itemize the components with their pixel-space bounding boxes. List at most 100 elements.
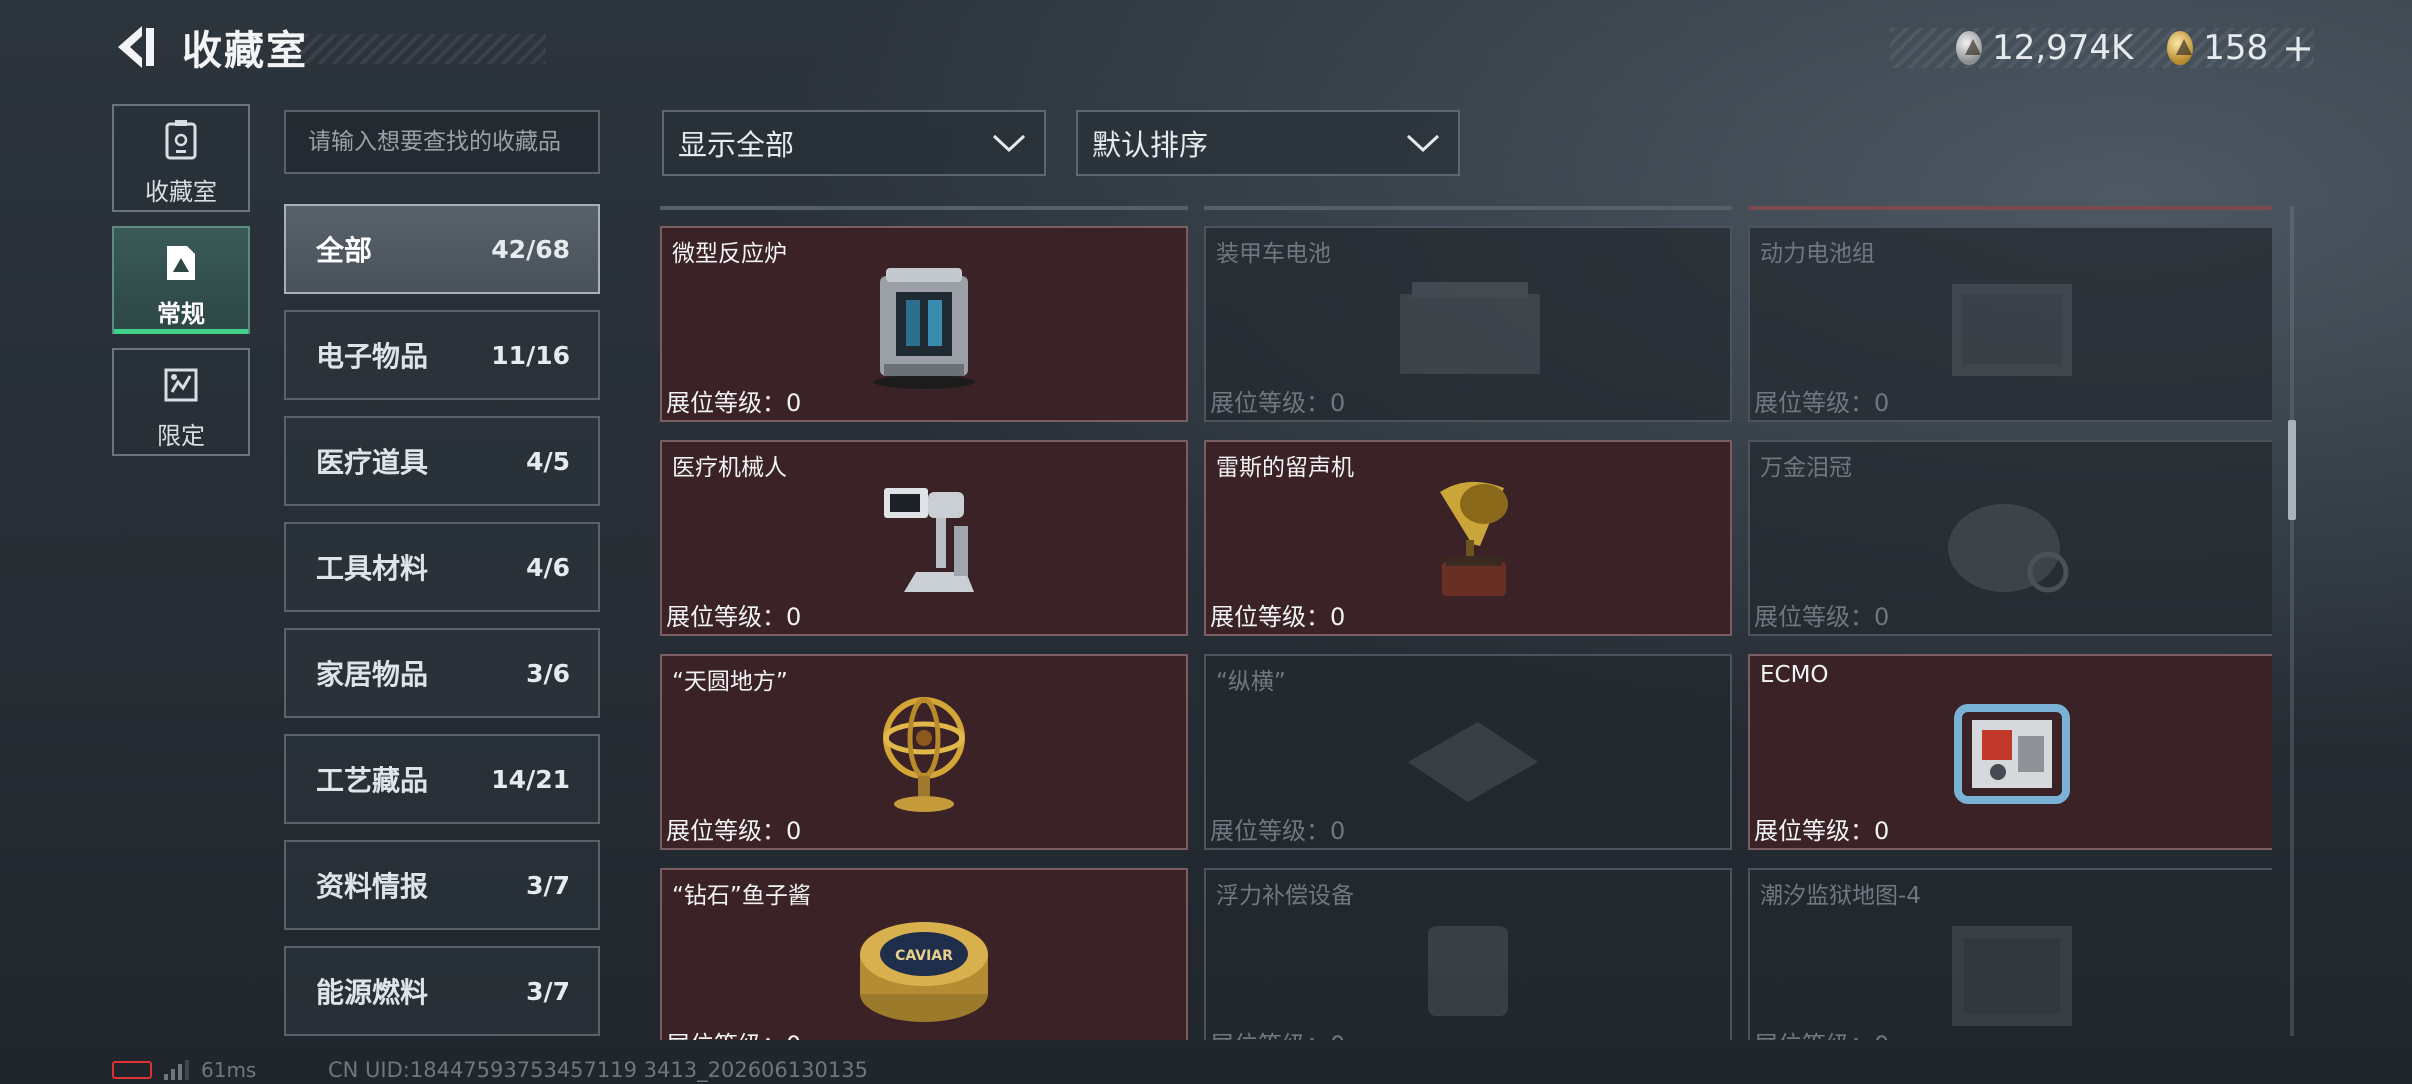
item-name: 微型反应炉 <box>672 241 787 267</box>
silver-coin-icon <box>1956 31 1983 65</box>
item-level: 展位等级：0 <box>1754 389 1890 417</box>
category-energy[interactable]: 能源燃料 3/7 <box>284 946 600 1036</box>
add-currency-button[interactable]: + <box>2282 26 2314 70</box>
grid-row-edge <box>1748 206 2272 210</box>
category-all[interactable]: 全部 42/68 <box>284 204 600 294</box>
armored-battery-icon <box>1400 282 1540 374</box>
display-filter-dropdown[interactable]: 显示全部 <box>662 110 1046 176</box>
back-arrow-icon[interactable] <box>112 22 158 72</box>
gold-amount: 158 <box>2203 28 2269 68</box>
prison-map-icon <box>1952 926 2072 1026</box>
chevron-down-icon <box>992 134 1026 153</box>
item-card[interactable]: 浮力补偿设备 展位等级：0 <box>1204 868 1732 1040</box>
sort-dropdown[interactable]: 默认排序 <box>1076 110 1460 176</box>
item-level: 展位等级：0 <box>666 817 802 845</box>
item-card[interactable]: 医疗机械人 展位等级：0 <box>660 440 1188 636</box>
item-name: ECMO <box>1760 662 1829 688</box>
rail-label: 常规 <box>157 300 205 328</box>
caviar-tin-icon: CAVIAR <box>860 922 988 1022</box>
power-battery-pack-icon <box>1952 284 2072 376</box>
category-name: 医疗道具 <box>316 446 429 479</box>
category-electronics[interactable]: 电子物品 11/16 <box>284 310 600 400</box>
item-name: 潮汐监狱地图-4 <box>1760 883 1921 909</box>
item-name: “纵横” <box>1216 669 1286 695</box>
category-name: 全部 <box>316 234 373 267</box>
caviar-label: CAVIAR <box>895 948 953 964</box>
gold-coin-icon <box>2167 31 2194 65</box>
sort-value: 默认排序 <box>1092 128 1209 162</box>
tear-crown-icon <box>1948 504 2069 593</box>
item-card[interactable]: 雷斯的留声机 展位等级：0 <box>1204 440 1732 636</box>
rail-label: 限定 <box>157 422 205 450</box>
signal-icon <box>164 1060 189 1080</box>
rail-regular[interactable]: 常规 <box>112 226 250 334</box>
category-count: 4/6 <box>526 552 570 582</box>
category-count: 42/68 <box>491 234 570 264</box>
collection-room-icon <box>165 120 197 160</box>
item-level: 展位等级：0 <box>1754 817 1890 845</box>
category-name: 资料情报 <box>316 870 429 903</box>
category-intel[interactable]: 资料情报 3/7 <box>284 840 600 930</box>
board-game-icon <box>1408 722 1538 802</box>
item-level: 展位等级：0 <box>666 389 802 417</box>
grid-scrollbar-thumb[interactable] <box>2288 420 2296 520</box>
category-count: 3/7 <box>526 870 570 900</box>
chevron-down-icon <box>1406 134 1440 153</box>
grid-scrollbar-track[interactable] <box>2290 206 2294 1036</box>
category-tools[interactable]: 工具材料 4/6 <box>284 522 600 612</box>
armillary-sphere-icon <box>883 697 965 812</box>
status-bar: 61ms <box>112 1058 256 1082</box>
category-crafts[interactable]: 工艺藏品 14/21 <box>284 734 600 824</box>
item-level: 展位等级：0 <box>1210 1025 1345 1040</box>
ecmo-machine-icon <box>1954 704 2070 804</box>
rail-limited[interactable]: 限定 <box>112 348 250 456</box>
regular-icon <box>167 246 195 280</box>
user-uid: CN UID:18447593753457119 3413_2026061301… <box>328 1058 868 1082</box>
item-name: “钻石”鱼子酱 <box>672 883 811 909</box>
category-name: 工具材料 <box>316 552 429 585</box>
item-name: 雷斯的留声机 <box>1216 455 1354 481</box>
item-name: 万金泪冠 <box>1760 455 1852 481</box>
item-card[interactable]: “纵横” 展位等级：0 <box>1204 654 1732 850</box>
item-level: 展位等级：0 <box>1210 389 1346 417</box>
display-filter-value: 显示全部 <box>678 128 795 162</box>
category-name: 工艺藏品 <box>316 764 429 797</box>
currency-bar: 12,974K 158 + <box>1890 26 2314 70</box>
item-name: 装甲车电池 <box>1216 241 1331 267</box>
item-card[interactable]: 万金泪冠 展位等级：0 <box>1748 440 2272 636</box>
buoyancy-device-icon <box>1428 926 1508 1016</box>
item-card[interactable]: 动力电池组 展位等级：0 <box>1748 226 2272 422</box>
item-level: 展位等级：0 <box>1210 817 1346 845</box>
item-level: 展位等级：0 <box>666 1025 801 1040</box>
item-card[interactable]: “钻石”鱼子酱 CAVIAR 展位等级：0 <box>660 868 1188 1040</box>
grid-row-edge <box>1204 206 1732 210</box>
item-level: 展位等级：0 <box>1210 603 1346 631</box>
battery-icon <box>112 1061 152 1079</box>
item-name: 动力电池组 <box>1760 241 1875 267</box>
title-decoration <box>290 34 546 64</box>
item-card[interactable]: 装甲车电池 展位等级：0 <box>1204 226 1732 422</box>
category-count: 11/16 <box>491 340 570 370</box>
item-name: “天圆地方” <box>672 669 788 695</box>
category-name: 能源燃料 <box>316 976 429 1009</box>
ping-value: 61ms <box>201 1058 257 1082</box>
item-level: 展位等级：0 <box>666 603 802 631</box>
rail-collection-room[interactable]: 收藏室 <box>112 104 250 212</box>
category-count: 4/5 <box>526 446 570 476</box>
item-name: 浮力补偿设备 <box>1216 883 1354 909</box>
item-card[interactable]: ECMO 展位等级：0 <box>1748 654 2272 850</box>
collection-grid[interactable]: 微型反应炉 展位等级：0 装甲车电池 展位等级：0 动力电池组 展位等级：0 医… <box>660 206 2272 1040</box>
category-medical[interactable]: 医疗道具 4/5 <box>284 416 600 506</box>
item-card[interactable]: “天圆地方” 展位等级：0 <box>660 654 1188 850</box>
grid-row-edge <box>660 206 1188 210</box>
search-input[interactable] <box>284 110 600 174</box>
micro-reactor-icon <box>874 268 974 389</box>
silver-amount: 12,974K <box>1992 28 2134 68</box>
category-household[interactable]: 家居物品 3/6 <box>284 628 600 718</box>
item-card[interactable]: 潮汐监狱地图-4 展位等级：0 <box>1748 868 2272 1040</box>
category-count: 3/7 <box>526 976 570 1006</box>
limited-icon <box>164 368 198 402</box>
category-count: 14/21 <box>491 764 570 794</box>
item-level: 展位等级：0 <box>1754 603 1890 631</box>
item-card[interactable]: 微型反应炉 展位等级：0 <box>660 226 1188 422</box>
